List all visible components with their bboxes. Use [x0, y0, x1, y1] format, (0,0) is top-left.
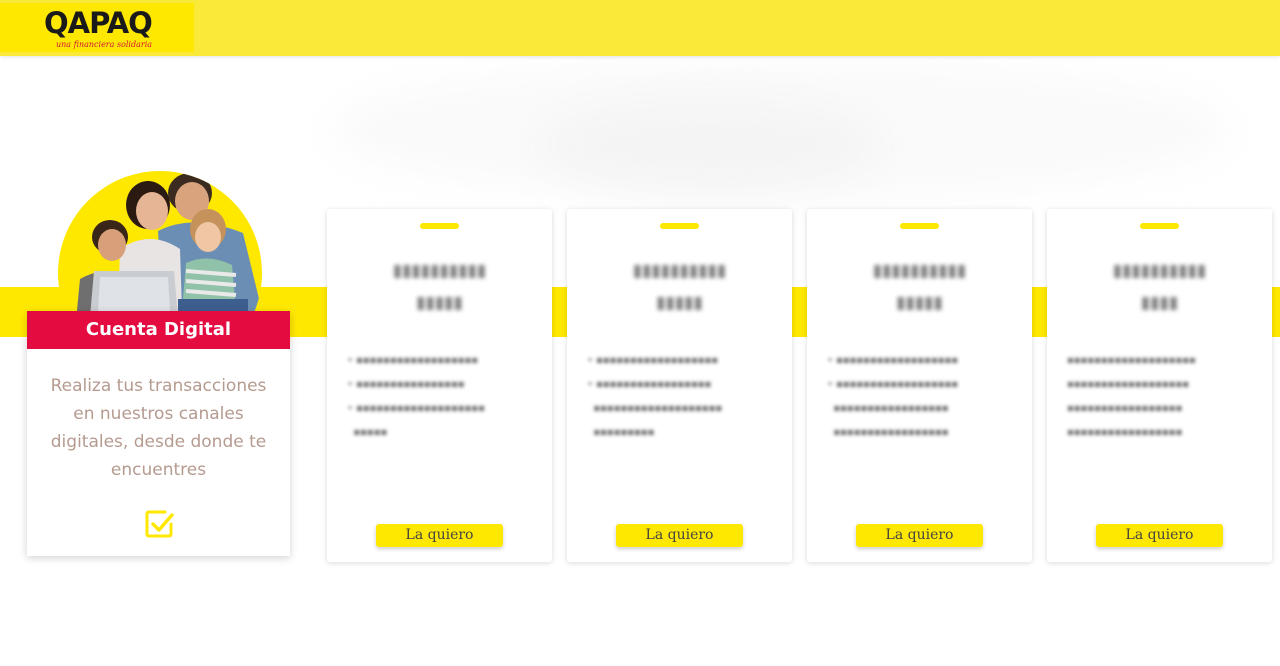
card-accent-pill	[1140, 223, 1179, 229]
product-card: ▮▮▮▮▮▮▮▮▮▮ ▮▮▮▮▮ • ▪▪▪▪▪▪▪▪▪▪▪▪▪▪▪▪▪▪ • ▪…	[567, 209, 792, 562]
logo-wordmark: QAPAQ	[44, 6, 153, 40]
la-quiero-button[interactable]: La quiero	[856, 524, 983, 547]
background-shape	[540, 100, 880, 190]
product-card-title-blurred: ▮▮▮▮▮▮▮▮▮▮ ▮▮▮▮	[1112, 261, 1207, 313]
card-accent-pill	[420, 223, 459, 229]
featured-card-description: Realiza tus transacciones en nuestros ca…	[50, 376, 267, 480]
product-card: ▮▮▮▮▮▮▮▮▮▮ ▮▮▮▮▮ • ▪▪▪▪▪▪▪▪▪▪▪▪▪▪▪▪▪▪ • ▪…	[807, 209, 1032, 562]
product-feature-list-blurred: • ▪▪▪▪▪▪▪▪▪▪▪▪▪▪▪▪▪▪ • ▪▪▪▪▪▪▪▪▪▪▪▪▪▪▪▪ …	[347, 355, 485, 438]
la-quiero-button[interactable]: La quiero	[616, 524, 743, 547]
checkbox-check-icon[interactable]	[143, 508, 175, 540]
featured-product-card: Cuenta Digital Realiza tus transacciones…	[27, 311, 290, 556]
product-card-title-blurred: ▮▮▮▮▮▮▮▮▮▮ ▮▮▮▮▮	[632, 261, 727, 313]
product-card-title-blurred: ▮▮▮▮▮▮▮▮▮▮ ▮▮▮▮▮	[872, 261, 967, 313]
featured-card-title: Cuenta Digital	[27, 311, 290, 349]
product-card: ▮▮▮▮▮▮▮▮▮▮ ▮▮▮▮▮ • ▪▪▪▪▪▪▪▪▪▪▪▪▪▪▪▪▪▪ • ▪…	[327, 209, 552, 562]
site-header: QAPAQ una financiera solidaria	[0, 0, 1280, 56]
la-quiero-button[interactable]: La quiero	[376, 524, 503, 547]
product-feature-list-blurred: ▪▪▪▪▪▪▪▪▪▪▪▪▪▪▪▪▪▪▪ ▪▪▪▪▪▪▪▪▪▪▪▪▪▪▪▪▪▪ ▪…	[1067, 355, 1196, 438]
product-card-title-blurred: ▮▮▮▮▮▮▮▮▮▮ ▮▮▮▮▮	[392, 261, 487, 313]
la-quiero-button[interactable]: La quiero	[1096, 524, 1223, 547]
product-feature-list-blurred: • ▪▪▪▪▪▪▪▪▪▪▪▪▪▪▪▪▪▪ • ▪▪▪▪▪▪▪▪▪▪▪▪▪▪▪▪▪…	[587, 355, 723, 438]
card-accent-pill	[900, 223, 939, 229]
product-feature-list-blurred: • ▪▪▪▪▪▪▪▪▪▪▪▪▪▪▪▪▪▪ • ▪▪▪▪▪▪▪▪▪▪▪▪▪▪▪▪▪…	[827, 355, 959, 438]
page: QAPAQ una financiera solidaria Cuenta Di…	[0, 0, 1280, 666]
product-card: ▮▮▮▮▮▮▮▮▮▮ ▮▮▮▮ ▪▪▪▪▪▪▪▪▪▪▪▪▪▪▪▪▪▪▪ ▪▪▪▪▪…	[1047, 209, 1272, 562]
logo-tagline: una financiera solidaria	[56, 40, 153, 49]
card-accent-pill	[660, 223, 699, 229]
logo[interactable]: QAPAQ una financiera solidaria	[0, 3, 194, 52]
